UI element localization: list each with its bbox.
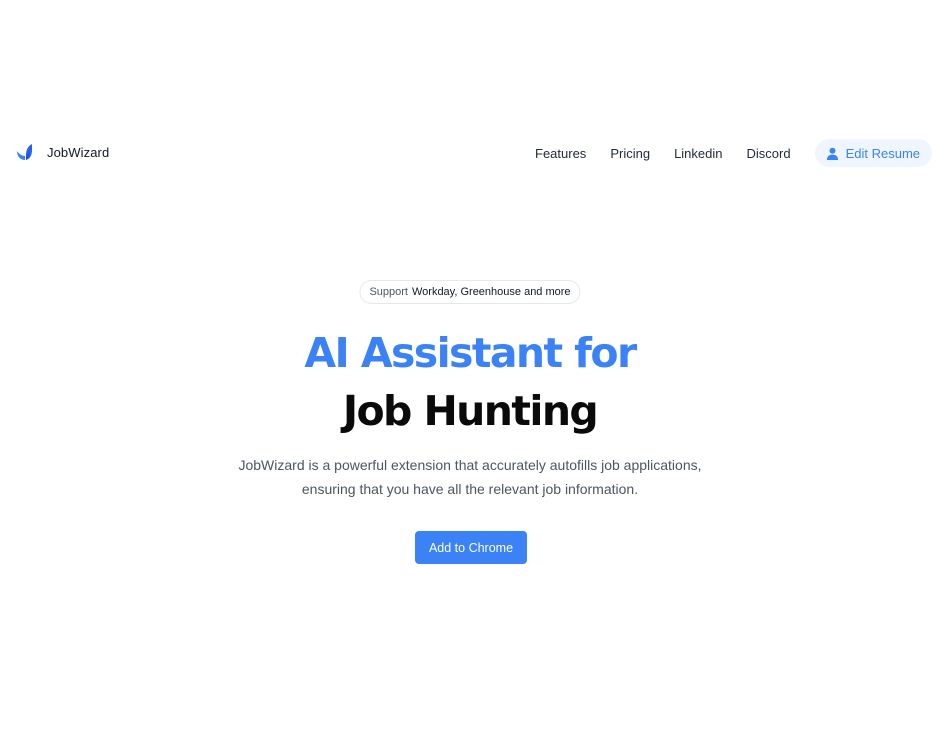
support-badge-text: Workday, Greenhouse and more	[411, 286, 571, 298]
brand-name: JobWizard	[47, 144, 110, 160]
edit-resume-button[interactable]: Edit Resume	[814, 139, 932, 167]
nav-link-linkedin[interactable]: Linkedin	[674, 146, 722, 161]
hero-headline-line1: AI Assistant for	[304, 329, 637, 377]
user-icon	[826, 147, 838, 160]
support-badge-prefix: Support	[369, 286, 408, 298]
add-to-chrome-button[interactable]: Add to Chrome	[415, 531, 527, 564]
support-badge: Support Workday, Greenhouse and more	[359, 280, 581, 304]
nav-link-pricing[interactable]: Pricing	[610, 146, 650, 161]
edit-resume-label: Edit Resume	[845, 145, 920, 161]
top-navbar: JobWizard Features Pricing Linkedin Disc…	[0, 136, 940, 170]
nav-link-discord[interactable]: Discord	[747, 146, 791, 161]
hero-headline-line2: Job Hunting	[342, 387, 599, 435]
brand-link[interactable]: JobWizard	[16, 143, 109, 161]
hero-description-line2: ensuring that you have all the relevant …	[301, 481, 639, 497]
page: JobWizard Features Pricing Linkedin Disc…	[0, 0, 940, 750]
nav-links: Features Pricing Linkedin Discord Edit R…	[535, 136, 932, 170]
jobwizard-logo-icon	[17, 144, 32, 160]
hero-description-line1: JobWizard is a powerful extension that a…	[238, 457, 702, 473]
nav-link-features[interactable]: Features	[535, 146, 586, 161]
